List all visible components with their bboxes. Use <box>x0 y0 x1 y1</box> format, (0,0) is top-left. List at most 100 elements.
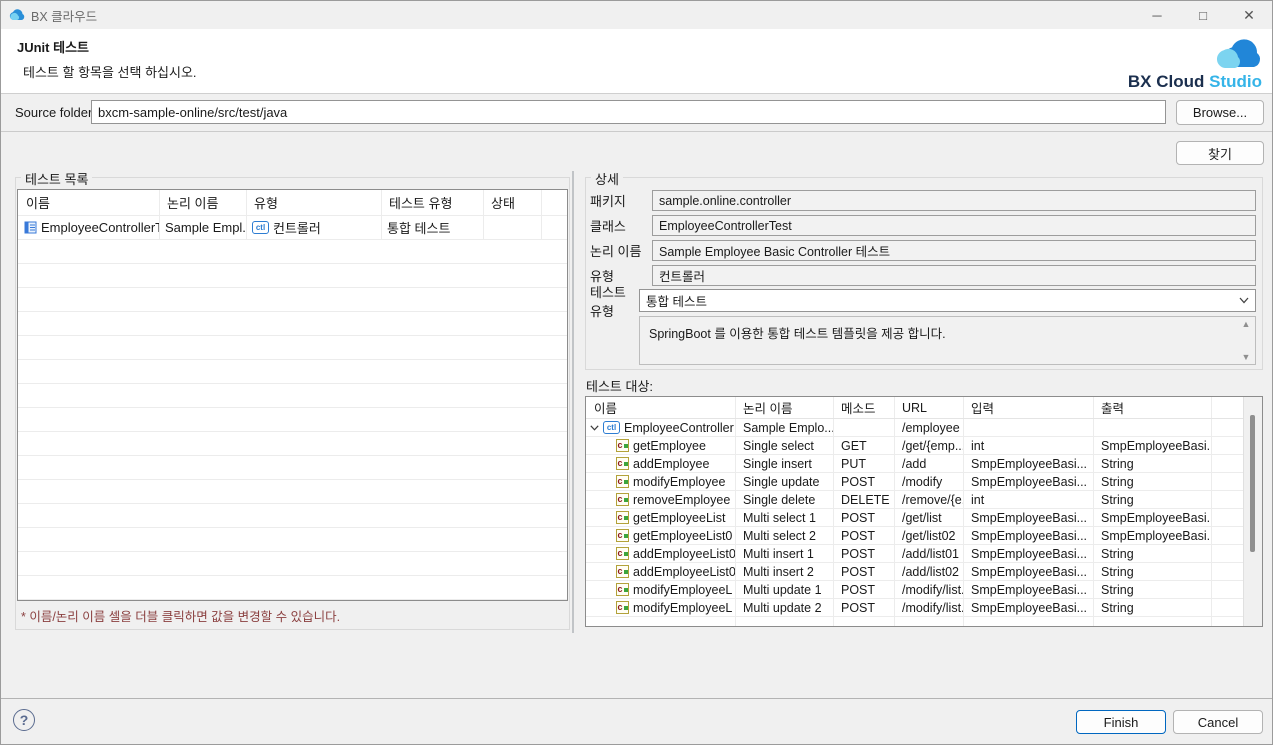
page-subtitle: 테스트 할 항목을 선택 하십시오. <box>23 62 197 81</box>
finish-button[interactable]: Finish <box>1076 710 1166 734</box>
column-header-method[interactable]: 메소드 <box>833 398 894 417</box>
method-row[interactable]: c addEmployeeList0 Multi insert 2 POST /… <box>586 563 1262 581</box>
detail-field-value[interactable]: 컨트롤러 <box>652 265 1256 286</box>
method-cell-logical-name: Multi insert 1 <box>743 547 814 561</box>
method-cell-method: POST <box>841 565 875 579</box>
tree-expander-chevron-down-icon[interactable] <box>590 425 599 431</box>
test-type-row: 테스트 유형 통합 테스트 <box>590 288 1258 313</box>
vertical-scrollbar[interactable] <box>1243 397 1262 626</box>
test-target-header-row: 이름 논리 이름 메소드 URL 입력 출력 <box>586 397 1262 419</box>
method-cell-name: addEmployeeList0 <box>633 547 735 561</box>
browse-button[interactable]: Browse... <box>1176 100 1264 125</box>
help-icon[interactable]: ? <box>13 709 35 731</box>
method-row[interactable]: c modifyEmployee Single update POST /mod… <box>586 473 1262 491</box>
method-icon: c <box>616 511 629 524</box>
method-cell-method: PUT <box>841 457 866 471</box>
app-cloud-icon <box>9 9 25 21</box>
detail-group-title: 상세 <box>591 169 623 188</box>
scroll-down-icon[interactable]: ▼ <box>1242 352 1251 362</box>
column-header-output[interactable]: 출력 <box>1093 398 1211 417</box>
method-cell-method: POST <box>841 547 875 561</box>
test-type-description-box: SpringBoot 를 이용한 통합 테스트 템플릿을 제공 합니다. ▲ ▼ <box>639 316 1256 365</box>
cancel-button[interactable]: Cancel <box>1173 710 1263 734</box>
test-list-cell-name: EmployeeControllerT... <box>41 220 159 235</box>
method-row[interactable]: c removeEmployee Single delete DELETE /r… <box>586 491 1262 509</box>
scrollbar-thumb[interactable] <box>1250 415 1255 552</box>
method-cell-input: int <box>971 493 984 507</box>
method-cell-logical-name: Multi update 2 <box>743 601 822 615</box>
detail-fields: 패키지 sample.online.controller 클래스 Employe… <box>590 188 1258 365</box>
method-cell-url: /modify <box>902 475 942 489</box>
detail-field-value[interactable]: sample.online.controller <box>652 190 1256 211</box>
source-folder-input[interactable]: bxcm-sample-online/src/test/java <box>91 100 1166 124</box>
method-cell-name: getEmployee <box>633 439 706 453</box>
panel-sash[interactable] <box>572 171 574 633</box>
test-target-table: 이름 논리 이름 메소드 URL 입력 출력 ctl EmployeeContr… <box>585 396 1263 627</box>
method-row[interactable]: c getEmployee Single select GET /get/{em… <box>586 437 1262 455</box>
minimize-icon[interactable]: ─ <box>1134 1 1180 29</box>
maximize-icon[interactable]: □ <box>1180 1 1226 29</box>
method-cell-output: String <box>1101 583 1134 597</box>
detail-field-value[interactable]: EmployeeControllerTest <box>652 215 1256 236</box>
scroll-up-icon[interactable]: ▲ <box>1242 319 1251 329</box>
test-class-icon <box>24 221 37 234</box>
method-row[interactable]: c modifyEmployeeL Multi update 1 POST /m… <box>586 581 1262 599</box>
detail-field-row: 유형 컨트롤러 <box>590 263 1258 288</box>
method-cell-method: POST <box>841 529 875 543</box>
method-cell-logical-name: Single select <box>743 439 814 453</box>
method-cell-output: SmpEmployeeBasi... <box>1101 511 1211 525</box>
column-header-input[interactable]: 입력 <box>963 398 1093 417</box>
test-list-group: 테스트 목록 이름 논리 이름 유형 테스트 유형 상태 <box>15 177 570 630</box>
detail-group: 상세 패키지 sample.online.controller 클래스 Empl… <box>585 177 1263 370</box>
method-row[interactable]: c addEmployeeList0 Multi insert 1 POST /… <box>586 545 1262 563</box>
method-cell-name: modifyEmployee <box>633 475 725 489</box>
column-header-status[interactable]: 상태 <box>483 193 541 212</box>
column-header-logical-name[interactable]: 논리 이름 <box>159 193 246 212</box>
method-row[interactable]: c modifyEmployeeL Multi update 2 POST /m… <box>586 599 1262 617</box>
detail-field-label: 클래스 <box>590 216 652 235</box>
test-list-cell-type: 컨트롤러 <box>273 218 321 237</box>
edit-hint-note: * 이름/논리 이름 셀을 더블 클릭하면 값을 변경할 수 있습니다. <box>21 606 340 625</box>
window-title: BX 클라우드 <box>31 6 97 25</box>
logo-text: BX Cloud Studio <box>1087 72 1262 92</box>
method-cell-logical-name: Multi insert 2 <box>743 565 814 579</box>
column-header-logical-name[interactable]: 논리 이름 <box>735 398 833 417</box>
close-icon[interactable]: ✕ <box>1226 1 1272 29</box>
method-cell-url: /add <box>902 457 926 471</box>
column-header-type[interactable]: 유형 <box>246 193 381 212</box>
column-header-url[interactable]: URL <box>894 401 963 415</box>
method-cell-name: getEmployeeList0 <box>633 529 732 543</box>
method-cell-url: /add/list01 <box>902 547 959 561</box>
method-cell-logical-name: Single delete <box>743 493 815 507</box>
method-cell-input: SmpEmployeeBasi... <box>971 601 1087 615</box>
junit-test-dialog: BX 클라우드 ─ □ ✕ JUnit 테스트 테스트 할 항목을 선택 하십시… <box>0 0 1273 745</box>
page-title: JUnit 테스트 <box>17 37 89 56</box>
parent-cell-logical-name: Sample Emplo... <box>743 421 833 435</box>
test-list-row[interactable]: EmployeeControllerT... Sample Empl... ct… <box>18 216 567 240</box>
source-folder-label: Source folder: <box>15 105 96 120</box>
column-header-name[interactable]: 이름 <box>586 398 735 417</box>
method-icon: c <box>616 601 629 614</box>
method-row[interactable]: c addEmployee Single insert PUT /add Smp… <box>586 455 1262 473</box>
detail-field-value[interactable]: Sample Employee Basic Controller 테스트 <box>652 240 1256 261</box>
method-icon: c <box>616 457 629 470</box>
method-cell-url: /get/list <box>902 511 942 525</box>
method-cell-name: addEmployeeList0 <box>633 565 735 579</box>
column-header-name[interactable]: 이름 <box>18 193 159 212</box>
method-cell-output: SmpEmployeeBasi... <box>1101 529 1211 543</box>
test-type-dropdown[interactable]: 통합 테스트 <box>639 289 1256 312</box>
controller-parent-row[interactable]: ctl EmployeeController Sample Emplo... /… <box>586 419 1262 437</box>
detail-field-label: 논리 이름 <box>590 241 652 260</box>
method-cell-output: String <box>1101 547 1134 561</box>
empty-grid-rows <box>18 240 567 600</box>
method-cell-method: POST <box>841 601 875 615</box>
title-bar: BX 클라우드 ─ □ ✕ <box>1 1 1272 30</box>
method-row[interactable]: c getEmployeeList Multi select 1 POST /g… <box>586 509 1262 527</box>
method-cell-url: /add/list02 <box>902 565 959 579</box>
find-button[interactable]: 찾기 <box>1176 141 1264 165</box>
method-cell-input: SmpEmployeeBasi... <box>971 583 1087 597</box>
method-cell-output: String <box>1101 493 1134 507</box>
method-row[interactable]: c getEmployeeList0 Multi select 2 POST /… <box>586 527 1262 545</box>
bx-cloud-studio-logo: BX Cloud Studio <box>1087 31 1262 92</box>
column-header-test-type[interactable]: 테스트 유형 <box>381 193 483 212</box>
